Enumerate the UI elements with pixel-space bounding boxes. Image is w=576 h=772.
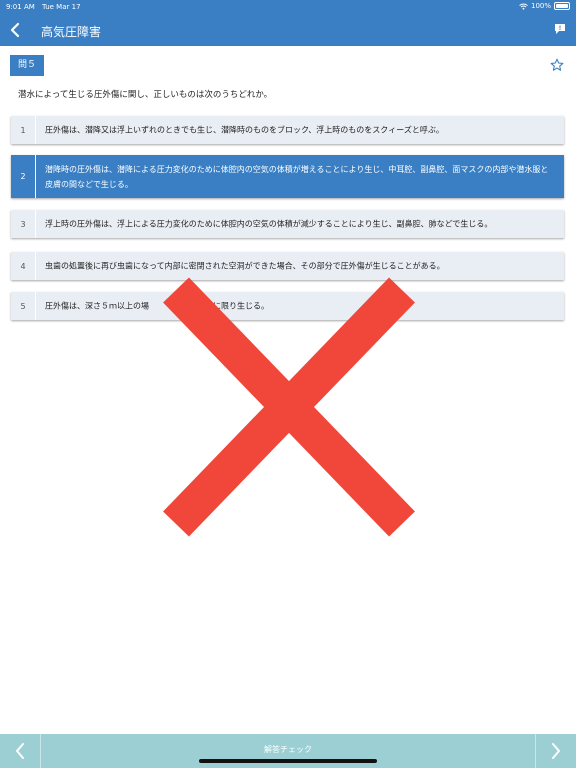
home-indicator	[199, 759, 377, 763]
option-number: 1	[11, 116, 36, 144]
option-text: 虫歯の処置後に再び虫歯になって内部に密閉された空洞ができた場合、その部分で圧外傷…	[45, 261, 445, 271]
option-number: 5	[11, 292, 36, 320]
answer-option-5[interactable]: 5 圧外傷は、深さ５ｍ以上の場 の場合に限り生じる。	[11, 292, 564, 320]
status-bar: 9:01 AM Tue Mar 17 100%	[0, 0, 576, 14]
status-right: 100%	[519, 2, 570, 10]
option-number: 4	[11, 252, 36, 280]
chat-bubble-icon[interactable]	[554, 23, 566, 35]
back-chevron-icon[interactable]	[9, 21, 23, 39]
option-text: 潜降時の圧外傷は、潜降による圧力変化のために体腔内の空気の体積が増えることにより…	[45, 164, 549, 189]
status-date: Tue Mar 17	[42, 3, 81, 11]
option-number: 2	[11, 155, 36, 198]
answer-option-4[interactable]: 4 虫歯の処置後に再び虫歯になって内部に密閉された空洞ができた場合、その部分で圧…	[11, 252, 564, 280]
next-question-button[interactable]	[535, 734, 576, 768]
cross-stroke-a	[163, 277, 415, 537]
answer-option-1[interactable]: 1 圧外傷は、潜降又は浮上いずれのときでも生じ、潜降時のものをブロック、浮上時の…	[11, 116, 564, 144]
question-number-badge: 問５	[10, 55, 44, 76]
answer-option-2[interactable]: 2 潜降時の圧外傷は、潜降による圧力変化のために体腔内の空気の体積が増えることに…	[11, 155, 564, 198]
question-text: 潜水によって生じる圧外傷に関し、正しいものは次のうちどれか。	[18, 90, 273, 100]
wifi-icon	[519, 3, 528, 10]
bottom-bar: 解答チェック	[0, 734, 576, 768]
star-outline-icon[interactable]	[550, 58, 564, 72]
nav-title: 高気圧障害	[41, 25, 102, 39]
cross-stroke-b	[163, 277, 415, 537]
option-number: 3	[11, 210, 36, 238]
answer-option-3[interactable]: 3 浮上時の圧外傷は、浮上による圧力変化のために体腔内の空気の体積が減少すること…	[11, 210, 564, 238]
option-text: 浮上時の圧外傷は、浮上による圧力変化のために体腔内の空気の体積が減少することによ…	[45, 219, 493, 229]
answer-check-button[interactable]: 解答チェック	[0, 744, 576, 755]
chevron-right-icon	[552, 743, 560, 759]
option-text: 圧外傷は、深さ５ｍ以上の場 の場合に限り生じる。	[45, 301, 269, 311]
battery-percent: 100%	[530, 2, 551, 10]
battery-icon	[554, 2, 570, 10]
option-text: 圧外傷は、潜降又は浮上いずれのときでも生じ、潜降時のものをブロック、浮上時のもの…	[45, 125, 444, 135]
status-time: 9:01 AM	[6, 3, 35, 11]
nav-bar: 高気圧障害	[0, 14, 576, 46]
